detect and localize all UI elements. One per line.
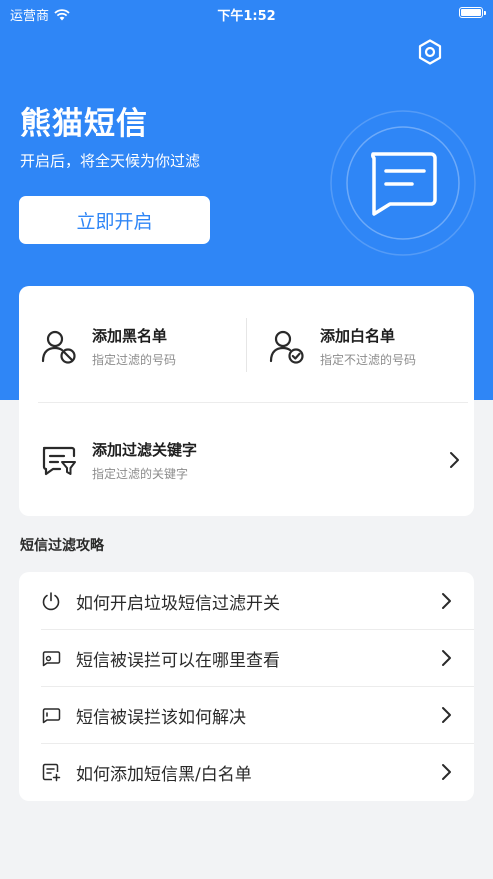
enable-now-button[interactable]: 立即开启 <box>19 196 210 244</box>
status-bar: 运营商 下午1:52 <box>0 0 493 26</box>
status-time: 下午1:52 <box>217 9 276 24</box>
user-check-icon <box>269 330 304 364</box>
add-whitelist-button[interactable]: 添加白名单 指定不过滤的号码 <box>268 322 468 370</box>
tip-item-add-list[interactable]: 如何添加短信黑/白名单 <box>19 743 474 800</box>
tip-label: 如何添加短信黑/白名单 <box>76 765 252 785</box>
chevron-right-icon <box>442 764 451 780</box>
tip-item-fix-intercepted[interactable]: 短信被误拦该如何解决 <box>19 686 474 743</box>
keyword-title: 添加过滤关键字 <box>92 440 198 459</box>
tip-label: 短信被误拦该如何解决 <box>76 708 246 728</box>
app-title: 熊猫短信 <box>20 106 148 142</box>
divider <box>246 318 247 372</box>
keyword-desc: 指定过滤的关键字 <box>92 466 189 481</box>
section-title: 短信过滤攻略 <box>20 538 104 554</box>
message-view-icon <box>42 651 61 667</box>
message-fix-icon <box>42 708 61 724</box>
blacklist-desc: 指定过滤的号码 <box>92 352 177 367</box>
tip-item-enable-filter[interactable]: 如何开启垃圾短信过滤开关 <box>19 572 474 629</box>
app-subtitle: 开启后，将全天候为你过滤 <box>20 152 201 170</box>
chevron-right-icon <box>442 593 451 609</box>
add-keyword-button[interactable]: 添加过滤关键字 指定过滤的关键字 <box>40 436 460 484</box>
settings-icon[interactable] <box>416 38 444 66</box>
chevron-right-icon <box>442 650 451 666</box>
add-blacklist-button[interactable]: 添加黑名单 指定过滤的号码 <box>40 322 240 370</box>
chevron-right-icon <box>450 452 459 468</box>
whitelist-desc: 指定不过滤的号码 <box>320 352 417 367</box>
list-add-icon <box>42 763 61 782</box>
battery-icon <box>459 7 486 18</box>
power-icon <box>42 592 60 611</box>
divider <box>38 402 468 403</box>
whitelist-title: 添加白名单 <box>320 326 396 345</box>
tip-label: 如何开启垃圾短信过滤开关 <box>76 594 280 614</box>
tip-label: 短信被误拦可以在哪里查看 <box>76 651 280 671</box>
message-illustration-icon <box>330 110 476 256</box>
message-filter-icon <box>42 446 76 476</box>
tip-item-view-intercepted[interactable]: 短信被误拦可以在哪里查看 <box>19 629 474 686</box>
chevron-right-icon <box>442 707 451 723</box>
filter-actions-card: 添加黑名单 指定过滤的号码 添加白名单 指定不过滤的号码 添加过滤关键字 指定过… <box>19 286 474 516</box>
blacklist-title: 添加黑名单 <box>92 326 168 345</box>
user-block-icon <box>41 330 76 364</box>
tips-list-card: 如何开启垃圾短信过滤开关 短信被误拦可以在哪里查看 短信被误拦该如何解决 如何添… <box>19 572 474 801</box>
